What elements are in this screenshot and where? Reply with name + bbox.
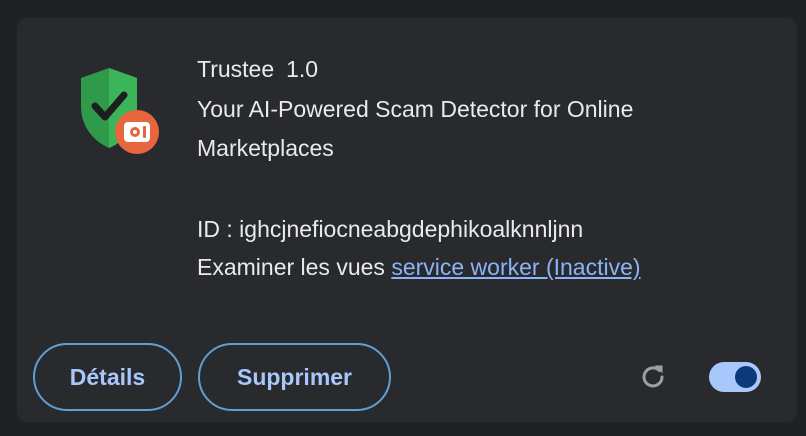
extension-title-row: Trustee 1.0 <box>197 54 757 84</box>
details-button[interactable]: Détails <box>33 343 182 411</box>
inspect-views-row: Examiner les vues service worker (Inacti… <box>197 248 757 286</box>
remove-button[interactable]: Supprimer <box>198 343 391 411</box>
extension-card: Trustee 1.0 Your AI-Powered Scam Detector… <box>17 18 797 422</box>
enable-toggle[interactable] <box>709 362 761 392</box>
extension-description: Your AI-Powered Scam Detector for Online… <box>197 96 634 161</box>
inspect-views-label: Examiner les vues <box>197 254 385 280</box>
extension-id: ID : ighcjnefiocneabgdephikoalknnljnn <box>197 216 584 242</box>
reload-icon[interactable] <box>637 361 669 393</box>
extension-name: Trustee <box>197 56 275 82</box>
toggle-knob <box>735 366 757 388</box>
extension-version: 1.0 <box>286 56 319 82</box>
service-worker-link[interactable]: service worker (Inactive) <box>391 254 640 280</box>
shield-check-badge-icon <box>81 68 159 154</box>
extension-info: Trustee 1.0 Your AI-Powered Scam Detector… <box>197 54 757 286</box>
